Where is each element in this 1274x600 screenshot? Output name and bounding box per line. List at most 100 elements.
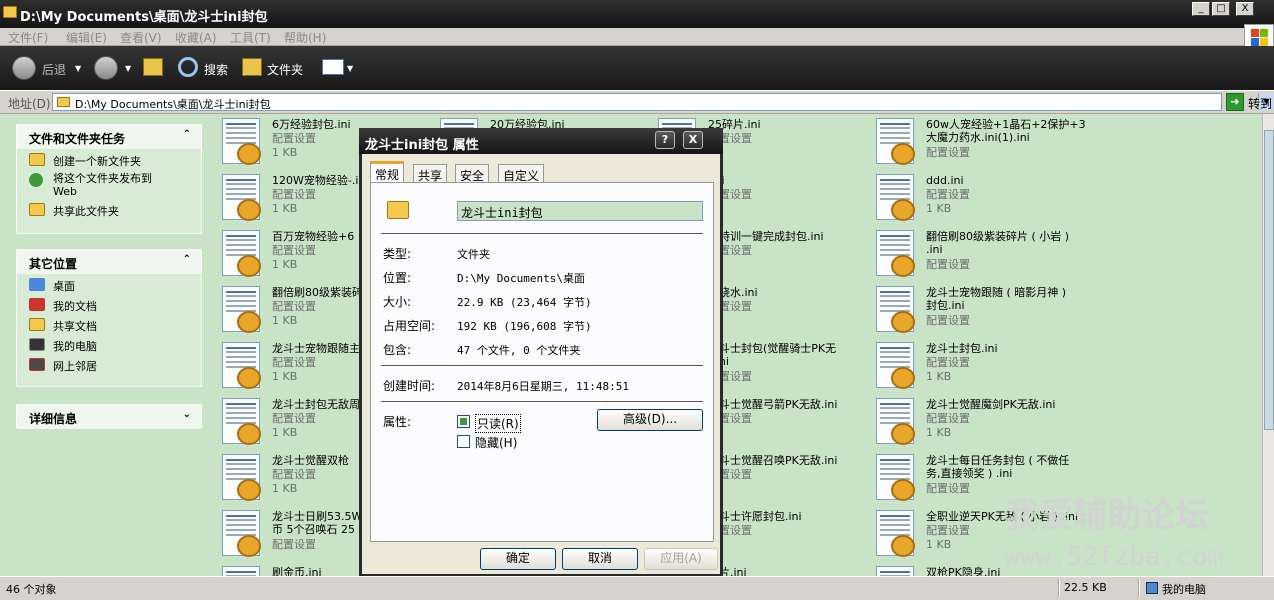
- task-new-folder[interactable]: 创建一个新文件夹: [17, 149, 201, 169]
- attributes-label: 属性:: [383, 415, 412, 429]
- advanced-button[interactable]: 高级(D)...: [597, 409, 703, 431]
- back-button[interactable]: 后退: [42, 61, 66, 78]
- size-label: 大小:: [383, 295, 412, 309]
- tab-sharing[interactable]: 共享: [413, 164, 448, 183]
- folder-icon: [57, 97, 70, 107]
- tasks-panel-header[interactable]: 文件和文件夹任务 ⌃: [17, 125, 201, 149]
- file-item[interactable]: ddd.ini 配置设置 1 KB: [876, 174, 1086, 222]
- ini-file-icon: [876, 454, 915, 501]
- menu-view[interactable]: 查看(V): [120, 29, 162, 46]
- task-share-folder[interactable]: 共享此文件夹: [17, 199, 201, 219]
- folders-icon[interactable]: [242, 58, 262, 76]
- file-item[interactable]: 龙斗士封包.ini 配置设置 1 KB: [876, 342, 1086, 390]
- network-icon: [29, 358, 45, 371]
- file-item[interactable]: 龙斗士宠物跟随 ( 暗影月神 ) 封包.ini 配置设置: [876, 286, 1086, 334]
- size-on-disk-value: 192 KB (196,608 字节): [457, 320, 592, 333]
- menu-edit[interactable]: 编辑(E): [66, 29, 107, 46]
- close-button[interactable]: X: [1236, 2, 1254, 16]
- my-documents-icon: [29, 298, 45, 311]
- ini-file-icon: [222, 174, 261, 221]
- tab-security[interactable]: 安全: [455, 164, 490, 183]
- dialog-title: 龙斗士ini封包 属性: [365, 138, 479, 153]
- location-value: D:\My Documents\桌面: [457, 272, 585, 285]
- contains-value: 47 个文件, 0 个文件夹: [457, 344, 581, 357]
- ini-file-icon: [876, 566, 914, 576]
- hidden-checkbox[interactable]: [457, 435, 470, 448]
- search-button[interactable]: 搜索: [204, 61, 228, 78]
- folders-button[interactable]: 文件夹: [267, 61, 303, 78]
- new-folder-icon: [29, 153, 45, 166]
- forward-dropdown-icon[interactable]: ▼: [125, 64, 131, 73]
- views-icon[interactable]: [322, 59, 344, 75]
- collapse-icon[interactable]: ⌃: [183, 254, 191, 265]
- ini-file-icon: [222, 118, 261, 165]
- back-arrow-icon[interactable]: [12, 56, 36, 80]
- dialog-title-bar: 龙斗士ini封包 属性 ? X: [359, 128, 723, 154]
- ini-file-icon: [876, 342, 915, 389]
- hidden-label[interactable]: 隐藏(H): [475, 434, 517, 451]
- tab-general[interactable]: 常规: [370, 161, 405, 184]
- maximize-button[interactable]: □: [1212, 2, 1230, 16]
- location-zone: 我的电脑: [1162, 583, 1206, 596]
- address-input[interactable]: D:\My Documents\桌面\龙斗士ini封包 ▼: [52, 93, 1274, 111]
- details-panel-title: 详细信息: [29, 412, 78, 426]
- watermark-text: 我爱辅助论坛: [1005, 496, 1209, 536]
- views-dropdown-icon[interactable]: ▼: [347, 64, 353, 73]
- menu-favorites[interactable]: 收藏(A): [175, 29, 217, 46]
- tasks-panel-title: 文件和文件夹任务: [29, 132, 126, 146]
- forward-arrow-icon[interactable]: [94, 56, 118, 80]
- address-bar: 地址(D) D:\My Documents\桌面\龙斗士ini封包 ▼ ➜ 转到: [0, 90, 1274, 114]
- place-network[interactable]: 网上邻居: [17, 354, 201, 374]
- menu-tools[interactable]: 工具(T): [230, 29, 271, 46]
- my-computer-icon: [29, 338, 45, 351]
- up-folder-icon[interactable]: [143, 58, 163, 76]
- folder-name-input[interactable]: 龙斗士ini封包: [457, 201, 703, 221]
- place-shared-documents[interactable]: 共享文档: [17, 314, 201, 334]
- address-label: 地址(D): [8, 97, 51, 111]
- place-desktop[interactable]: 桌面: [17, 274, 201, 294]
- file-item[interactable]: 龙斗士觉醒魔剑PK无敌.ini 配置设置 1 KB: [876, 398, 1086, 446]
- menu-file[interactable]: 文件(F): [8, 29, 48, 46]
- cancel-button[interactable]: 取消: [562, 548, 638, 570]
- ok-button[interactable]: 确定: [480, 548, 556, 570]
- collapse-icon[interactable]: ⌃: [183, 129, 191, 140]
- minimize-button[interactable]: _: [1192, 2, 1210, 16]
- readonly-checkbox[interactable]: [457, 415, 470, 428]
- tab-custom[interactable]: 自定义: [498, 164, 545, 183]
- created-label: 创建时间:: [383, 379, 436, 393]
- type-value: 文件夹: [457, 248, 490, 261]
- status-bar: 46 个对象 22.5 KB 我的电脑: [0, 576, 1274, 600]
- ini-file-icon: [222, 286, 261, 333]
- vertical-scrollbar[interactable]: [1262, 114, 1274, 576]
- places-panel-header[interactable]: 其它位置 ⌃: [17, 250, 201, 274]
- go-arrow-icon: ➜: [1226, 93, 1244, 111]
- file-item[interactable]: 60w人宠经验+1晶石+2保护+3 大魔力药水.ini(1).ini 配置设置: [876, 118, 1086, 166]
- help-button[interactable]: ?: [655, 131, 675, 149]
- divider: [381, 365, 703, 367]
- total-size: 22.5 KB: [1064, 581, 1107, 594]
- dialog-close-button[interactable]: X: [683, 131, 703, 149]
- folder-icon: [387, 201, 409, 219]
- status-divider: [1138, 579, 1140, 597]
- ini-file-icon: [222, 566, 260, 576]
- place-my-documents[interactable]: 我的文档: [17, 294, 201, 314]
- ini-file-icon: [222, 454, 261, 501]
- ini-file-icon: [876, 510, 915, 557]
- details-panel-header[interactable]: 详细信息 ⌄: [17, 405, 201, 429]
- ini-file-icon: [876, 118, 915, 165]
- desktop-icon: [29, 278, 45, 291]
- place-my-computer[interactable]: 我的电脑: [17, 334, 201, 354]
- ini-file-icon: [222, 398, 261, 445]
- contains-label: 包含:: [383, 343, 412, 357]
- readonly-label[interactable]: 只读(R): [475, 414, 521, 433]
- task-publish-web[interactable]: 将这个文件夹发布到 Web: [17, 169, 201, 199]
- watermark-url: www.52fzba.com: [1004, 542, 1224, 572]
- go-button[interactable]: ➜ 转到: [1226, 93, 1274, 111]
- file-item[interactable]: 翻倍刷80级紫装碎片 ( 小岩 ) .ini 配置设置: [876, 230, 1086, 278]
- back-dropdown-icon[interactable]: ▼: [75, 64, 81, 73]
- menu-help[interactable]: 帮助(H): [284, 29, 326, 46]
- scroll-thumb[interactable]: [1264, 130, 1274, 430]
- expand-icon[interactable]: ⌄: [183, 409, 191, 420]
- apply-button[interactable]: 应用(A): [644, 548, 718, 570]
- search-icon[interactable]: [178, 57, 198, 77]
